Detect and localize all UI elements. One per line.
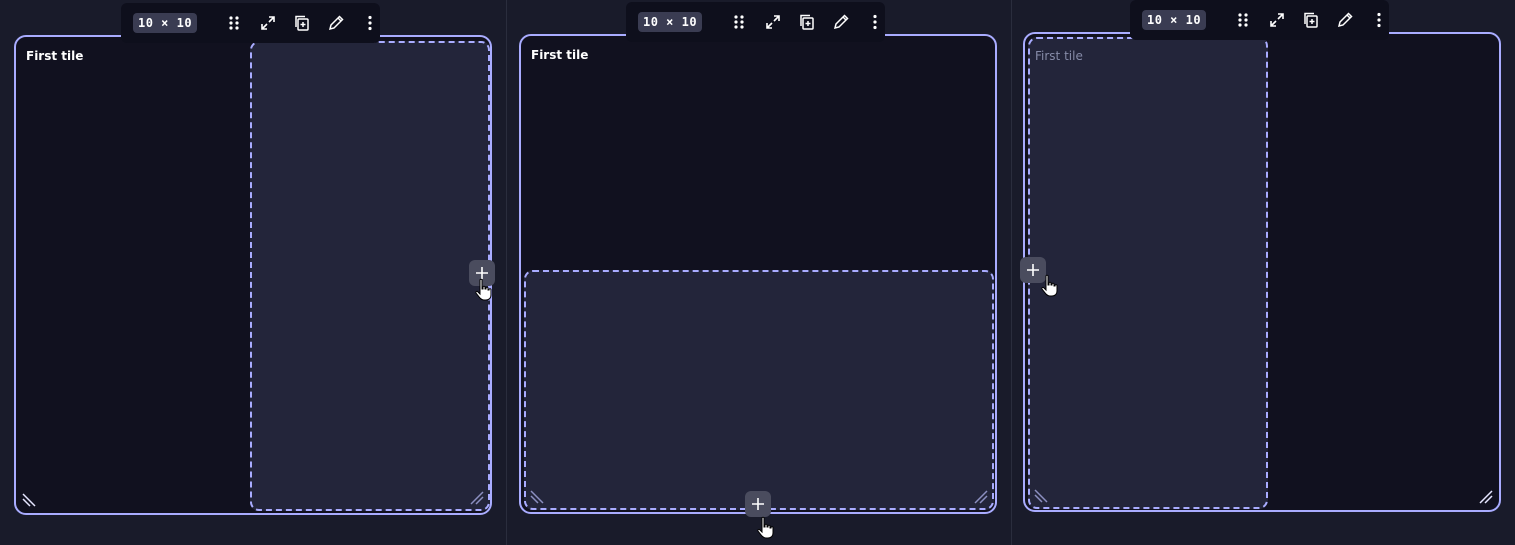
drag-handle-icon[interactable]: [1234, 10, 1252, 30]
tile-title: First tile: [26, 49, 84, 63]
expand-icon[interactable]: [259, 13, 277, 33]
expand-icon[interactable]: [1268, 10, 1286, 30]
plus-icon: [1027, 264, 1039, 276]
edit-pencil-icon[interactable]: [832, 12, 850, 32]
drop-zone-left[interactable]: First tile: [1028, 37, 1268, 509]
edit-pencil-icon[interactable]: [327, 13, 345, 33]
drag-handle-icon[interactable]: [730, 12, 748, 32]
duplicate-icon[interactable]: [293, 13, 311, 33]
panel-divider: [506, 0, 507, 545]
dashboard-tile[interactable]: First tile: [14, 35, 492, 515]
hand-cursor-icon: [757, 516, 774, 539]
tile-toolbar: 10 × 10: [626, 2, 885, 42]
duplicate-icon[interactable]: [1302, 10, 1320, 30]
edit-pencil-icon[interactable]: [1336, 10, 1354, 30]
tile-title: First tile: [1035, 49, 1083, 63]
duplicate-icon[interactable]: [798, 12, 816, 32]
resize-handle-icon[interactable]: [468, 489, 484, 505]
resize-handle-icon[interactable]: [1477, 488, 1493, 504]
add-tile-button[interactable]: [745, 491, 771, 517]
dashboard-tile[interactable]: First tile: [519, 34, 997, 514]
more-vertical-icon[interactable]: [1370, 10, 1388, 30]
more-vertical-icon[interactable]: [866, 12, 884, 32]
drop-zone-right[interactable]: [250, 41, 490, 511]
tile-toolbar: 10 × 10: [121, 3, 380, 43]
resize-handle-icon[interactable]: [972, 488, 988, 504]
expand-icon[interactable]: [764, 12, 782, 32]
plus-icon: [752, 498, 764, 510]
resize-handle-icon[interactable]: [530, 488, 546, 504]
more-vertical-icon[interactable]: [361, 13, 379, 33]
tile-size-badge: 10 × 10: [133, 13, 198, 33]
panel-divider: [1011, 0, 1012, 545]
tile-size-badge: 10 × 10: [638, 12, 703, 32]
resize-handle-icon[interactable]: [22, 491, 38, 507]
drop-zone-bottom[interactable]: [524, 270, 994, 510]
tile-title: First tile: [531, 48, 589, 62]
tile-size-badge: 10 × 10: [1142, 10, 1207, 30]
hand-cursor-icon: [475, 278, 492, 301]
resize-handle-icon[interactable]: [1034, 487, 1050, 503]
hand-cursor-icon: [1041, 274, 1058, 297]
tile-toolbar: 10 × 10: [1130, 0, 1389, 40]
drag-handle-icon[interactable]: [225, 13, 243, 33]
dashboard-tile[interactable]: First tile: [1023, 32, 1501, 512]
